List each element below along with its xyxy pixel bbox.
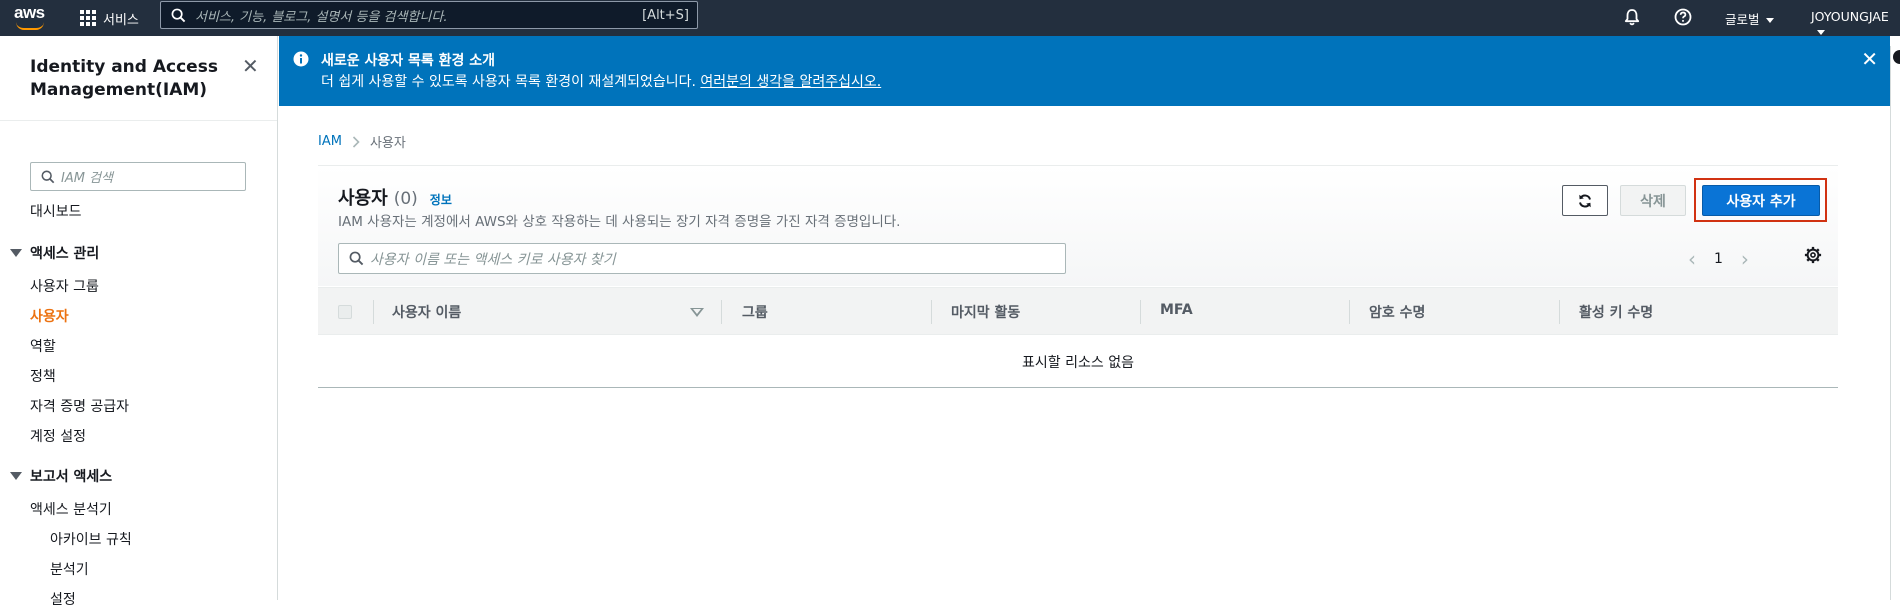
caret-down-icon bbox=[10, 249, 22, 257]
breadcrumb-current: 사용자 bbox=[369, 136, 406, 151]
gear-icon[interactable] bbox=[1804, 246, 1822, 264]
users-panel-header: 사용자 (0) 정보 IAM 사용자는 계정에서 AWS와 상호 작용하는 데 … bbox=[318, 166, 1838, 286]
close-icon[interactable]: ✕ bbox=[242, 54, 259, 78]
column-header-user-name[interactable]: 사용자 이름 bbox=[392, 302, 461, 322]
column-header-active-key-age[interactable]: 활성 키 수명 bbox=[1579, 302, 1653, 322]
sidebar: Identity and Access Management(IAM) ✕ IA… bbox=[0, 36, 278, 608]
sidebar-item-access-analyzer[interactable]: 액세스 분석기 bbox=[30, 499, 112, 519]
banner-text: 더 쉽게 사용할 수 있도록 사용자 목록 환경이 재설계되었습니다. bbox=[321, 74, 696, 90]
sidebar-section-label: 보고서 액세스 bbox=[30, 469, 113, 485]
sidebar-item-user-groups[interactable]: 사용자 그룹 bbox=[30, 276, 99, 296]
column-header-groups[interactable]: 그룹 bbox=[742, 302, 768, 322]
chevron-down-icon bbox=[1817, 30, 1825, 35]
info-link[interactable]: 정보 bbox=[430, 191, 452, 208]
right-panel-edge bbox=[1890, 46, 1900, 600]
sidebar-item-users[interactable]: 사용자 bbox=[30, 306, 69, 326]
add-user-button[interactable]: 사용자 추가 bbox=[1702, 185, 1820, 216]
page-title: 사용자 (0) 정보 bbox=[338, 184, 452, 210]
chevron-left-icon[interactable]: ‹ bbox=[1688, 247, 1696, 271]
column-divider bbox=[373, 300, 374, 324]
services-label: 서비스 bbox=[103, 12, 139, 28]
pagination: ‹ 1 › bbox=[1688, 247, 1749, 271]
sidebar-item-identity-providers[interactable]: 자격 증명 공급자 bbox=[30, 396, 129, 416]
refresh-button[interactable] bbox=[1562, 185, 1608, 216]
chevron-right-icon bbox=[352, 135, 360, 148]
aws-logo-text: aws bbox=[14, 3, 45, 22]
services-menu-button[interactable]: 서비스 bbox=[80, 6, 139, 30]
sidebar-item-account-settings[interactable]: 계정 설정 bbox=[30, 426, 86, 446]
select-all-checkbox[interactable] bbox=[338, 305, 352, 319]
breadcrumb-iam-link[interactable]: IAM bbox=[318, 134, 342, 149]
close-icon[interactable]: ✕ bbox=[1861, 47, 1878, 71]
column-header-mfa[interactable]: MFA bbox=[1160, 302, 1193, 318]
region-selector[interactable]: 글로벌 bbox=[1725, 9, 1774, 28]
search-shortcut-hint: [Alt+S] bbox=[642, 7, 689, 23]
sidebar-item-dashboard[interactable]: 대시보드 bbox=[30, 201, 82, 221]
sidebar-divider bbox=[0, 120, 277, 121]
user-search-input[interactable]: 사용자 이름 또는 액세스 키로 사용자 찾기 bbox=[338, 243, 1066, 274]
region-label: 글로벌 bbox=[1725, 12, 1760, 27]
column-header-password-age[interactable]: 암호 수명 bbox=[1369, 302, 1425, 322]
account-label: JOYOUNGJAE bbox=[1811, 9, 1889, 24]
page-title-text: 사용자 bbox=[338, 188, 388, 209]
sidebar-section-access-management[interactable]: 액세스 관리 bbox=[10, 243, 99, 263]
column-divider bbox=[1140, 300, 1141, 324]
info-icon bbox=[293, 51, 309, 67]
sidebar-item-settings[interactable]: 설정 bbox=[50, 589, 76, 609]
iam-search-input[interactable]: IAM 검색 bbox=[30, 162, 246, 191]
page-number[interactable]: 1 bbox=[1714, 251, 1723, 267]
page-description: IAM 사용자는 계정에서 AWS와 상호 작용하는 데 사용되는 장기 자격 … bbox=[338, 214, 901, 230]
sidebar-title[interactable]: Identity and Access Management(IAM) bbox=[30, 56, 240, 102]
sidebar-item-analyzers[interactable]: 분석기 bbox=[50, 559, 89, 579]
chevron-right-icon[interactable]: › bbox=[1741, 247, 1749, 271]
column-header-last-activity[interactable]: 마지막 활동 bbox=[951, 302, 1020, 322]
search-icon bbox=[171, 8, 186, 23]
user-search-placeholder: 사용자 이름 또는 액세스 키로 사용자 찾기 bbox=[370, 251, 616, 268]
feedback-link[interactable]: 여러분의 생각을 알려주십시오. bbox=[700, 74, 881, 90]
empty-state-message: 표시할 리소스 없음 bbox=[318, 336, 1838, 388]
caret-down-icon bbox=[10, 472, 22, 480]
iam-search-placeholder: IAM 검색 bbox=[61, 171, 113, 186]
aws-logo[interactable]: aws bbox=[14, 3, 50, 31]
chevron-down-icon bbox=[1765, 18, 1774, 23]
aws-logo-smile bbox=[16, 22, 44, 30]
sidebar-section-label: 액세스 관리 bbox=[30, 246, 100, 262]
column-divider bbox=[1349, 300, 1350, 324]
banner-text-row: 더 쉽게 사용할 수 있도록 사용자 목록 환경이 재설계되었습니다. 여러분의… bbox=[321, 71, 881, 91]
bell-icon[interactable] bbox=[1622, 7, 1642, 27]
sidebar-section-access-reports[interactable]: 보고서 액세스 bbox=[10, 466, 112, 486]
info-banner: 새로운 사용자 목록 환경 소개 더 쉽게 사용할 수 있도록 사용자 목록 환… bbox=[279, 36, 1890, 106]
global-search-input[interactable]: 서비스, 기능, 블로그, 설명서 등을 검색합니다. [Alt+S] bbox=[160, 1, 698, 29]
sort-descending-icon[interactable] bbox=[690, 308, 704, 317]
users-panel: 사용자 (0) 정보 IAM 사용자는 계정에서 AWS와 상호 작용하는 데 … bbox=[318, 165, 1838, 388]
sidebar-item-archive-rules[interactable]: 아카이브 규칙 bbox=[50, 529, 132, 549]
banner-title: 새로운 사용자 목록 환경 소개 bbox=[321, 53, 496, 69]
refresh-icon bbox=[1579, 193, 1591, 208]
breadcrumb: IAM 사용자 bbox=[318, 132, 406, 151]
column-divider bbox=[721, 300, 722, 324]
column-divider bbox=[931, 300, 932, 324]
column-divider bbox=[1559, 300, 1560, 324]
global-search-placeholder: 서비스, 기능, 블로그, 설명서 등을 검색합니다. bbox=[195, 9, 448, 25]
search-icon bbox=[41, 170, 55, 183]
delete-button[interactable]: 삭제 bbox=[1620, 185, 1686, 216]
info-icon[interactable] bbox=[1893, 50, 1900, 64]
sidebar-item-roles[interactable]: 역할 bbox=[30, 336, 56, 356]
sidebar-item-policies[interactable]: 정책 bbox=[30, 366, 56, 386]
grid-icon bbox=[80, 10, 96, 26]
account-menu[interactable]: JOYOUNGJAE bbox=[1811, 9, 1900, 39]
top-navigation-bar: aws 서비스 서비스, 기능, 블로그, 설명서 등을 검색합니다. [Alt… bbox=[0, 0, 1900, 36]
search-icon bbox=[349, 251, 364, 266]
user-count: (0) bbox=[393, 189, 418, 209]
table-header: 사용자 이름 그룹 마지막 활동 MFA 암호 수명 활성 키 수명 bbox=[318, 287, 1838, 335]
help-icon[interactable] bbox=[1673, 7, 1693, 27]
